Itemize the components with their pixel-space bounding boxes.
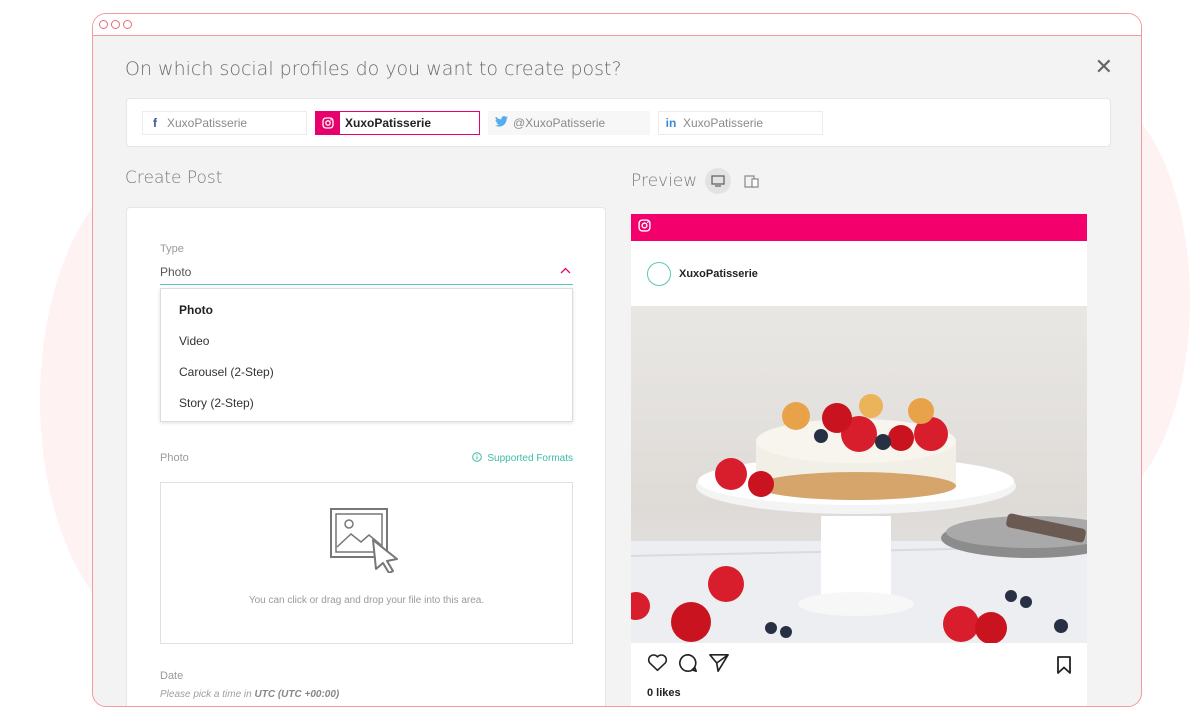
linkedin-icon: in	[665, 115, 677, 130]
date-hint: Please pick a time in UTC (UTC +00:00)	[160, 689, 339, 700]
bookmark-icon[interactable]	[1057, 656, 1071, 679]
profile-facebook[interactable]: f XuxoPatisserie	[142, 110, 307, 135]
supported-formats-text: Supported Formats	[487, 453, 573, 464]
app-window: On which social profiles do you want to …	[92, 13, 1142, 707]
avatar	[647, 261, 671, 286]
supported-formats-link[interactable]: Supported Formats	[472, 452, 573, 465]
heart-icon[interactable]	[647, 653, 668, 677]
option-photo[interactable]: Photo	[161, 295, 572, 326]
type-select[interactable]: Photo	[160, 260, 573, 285]
info-icon	[472, 452, 483, 465]
preview-username: XuxoPatisserie	[679, 267, 758, 280]
profile-twitter[interactable]: @XuxoPatisserie	[488, 110, 650, 135]
date-hint-prefix: Please pick a time in	[160, 689, 255, 700]
post-image	[631, 306, 1087, 643]
window-dot[interactable]	[123, 20, 132, 29]
create-post-card: Type Photo Photo Video Carousel (2-Step)…	[126, 207, 606, 706]
option-carousel[interactable]: Carousel (2-Step)	[161, 357, 572, 388]
date-hint-timezone: UTC (UTC +00:00)	[254, 689, 340, 700]
window-dot[interactable]	[99, 20, 108, 29]
profile-name: @XuxoPatisserie	[513, 115, 606, 130]
share-icon[interactable]	[708, 653, 730, 678]
preview-user: XuxoPatisserie	[631, 241, 1087, 306]
profile-name: XuxoPatisserie	[683, 115, 764, 130]
chevron-up-icon	[560, 263, 571, 277]
type-dropdown: Photo Video Carousel (2-Step) Story (2-S…	[160, 288, 573, 422]
profile-name: XuxoPatisserie	[167, 115, 248, 130]
close-icon[interactable]: ✕	[1095, 54, 1113, 80]
window-titlebar	[93, 14, 1141, 36]
profile-instagram[interactable]: XuxoPatisserie	[315, 110, 480, 135]
instagram-icon	[316, 111, 340, 134]
photo-label: Photo	[160, 452, 189, 464]
file-drop-zone[interactable]: You can click or drag and drop your file…	[160, 482, 573, 644]
likes-count: 0 likes	[647, 687, 681, 699]
option-video[interactable]: Video	[161, 326, 572, 357]
dialog-heading: On which social profiles do you want to …	[125, 58, 622, 80]
facebook-icon: f	[153, 115, 157, 130]
profile-linkedin[interactable]: in XuxoPatisserie	[658, 110, 823, 135]
instagram-preview: XuxoPatisserie 0 likes	[631, 214, 1087, 706]
cheesecake-photo	[631, 394, 1087, 643]
profile-selector: f XuxoPatisserie XuxoPatisserie @XuxoPat…	[126, 98, 1111, 147]
mobile-view-icon[interactable]	[739, 168, 765, 194]
desktop-view-icon[interactable]	[705, 168, 732, 194]
preview-title: Preview	[631, 171, 698, 191]
preview-header: Preview	[631, 168, 765, 194]
type-label: Type	[160, 243, 184, 255]
option-story[interactable]: Story (2-Step)	[161, 388, 572, 419]
type-select-value: Photo	[160, 265, 192, 279]
comment-icon[interactable]	[678, 653, 698, 678]
preview-brand-bar	[631, 214, 1087, 241]
drop-zone-text: You can click or drag and drop your file…	[248, 595, 485, 606]
image-upload-icon	[329, 507, 405, 578]
profile-name: XuxoPatisserie	[345, 115, 432, 130]
create-post-title: Create Post	[125, 168, 223, 188]
instagram-icon	[638, 218, 651, 237]
date-label: Date	[160, 670, 184, 682]
post-actions	[631, 643, 1087, 687]
window-dot[interactable]	[111, 20, 120, 29]
twitter-icon	[489, 115, 513, 130]
